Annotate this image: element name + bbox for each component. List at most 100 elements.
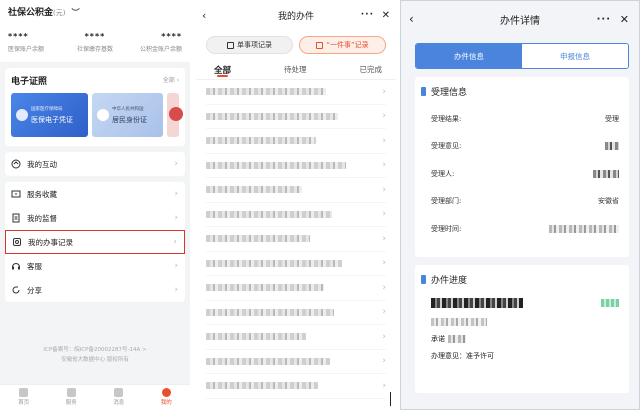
- list-item[interactable]: ›: [206, 178, 386, 203]
- e-certificates-title: 电子证照: [11, 77, 48, 87]
- case-list: › › › › › › › › › › › › ›: [196, 80, 396, 399]
- list-item[interactable]: ›: [206, 252, 386, 276]
- redacted-text: [605, 142, 619, 151]
- field-handler: 受理人:: [421, 160, 619, 188]
- section-marker-icon: [421, 274, 426, 284]
- chevron-right-icon: ›: [382, 258, 386, 269]
- more-icon[interactable]: ···: [361, 10, 374, 20]
- redacted-text: [206, 88, 326, 96]
- more-icon[interactable]: ···: [597, 14, 611, 25]
- single-record-button[interactable]: 单事项记录: [206, 36, 293, 54]
- list-item[interactable]: ›: [206, 80, 386, 105]
- stat-medical-balance[interactable]: **** 医保账户余额: [8, 32, 65, 53]
- interaction-icon: [11, 159, 21, 169]
- acceptance-section: 受理信息 受理结果: 受理 受理意见: 受理人: 受理部门: 安徽省 受理时间:: [415, 77, 629, 257]
- redacted-text: [206, 235, 310, 243]
- redacted-text: [206, 186, 302, 194]
- tab-home[interactable]: 首页: [0, 385, 48, 410]
- redacted-text: [206, 308, 334, 316]
- field-department: 受理部门: 安徽省: [431, 197, 619, 206]
- id-card[interactable]: 中华人民共和国 居民身份证: [92, 93, 164, 137]
- medical-logo-icon: [16, 109, 28, 121]
- list-item[interactable]: ›: [206, 276, 386, 301]
- nav-bar: ‹ 办件详情 ··· ✕: [401, 1, 639, 37]
- back-icon[interactable]: ‹: [202, 9, 206, 22]
- share-icon: [11, 285, 21, 295]
- grid-icon: [316, 41, 324, 49]
- list-item[interactable]: ›: [206, 154, 386, 178]
- list-item[interactable]: ›: [206, 350, 386, 374]
- case-detail-pane: ‹ 办件详情 ··· ✕ 办件信息 申报信息 受理信息 受理结果: 受理 受理意见…: [400, 0, 640, 410]
- list-item[interactable]: ›: [206, 374, 386, 399]
- redacted-text: [206, 357, 330, 365]
- icp-link[interactable]: ICP备案号：皖ICP备20002287号-14A >: [0, 345, 190, 355]
- chevron-right-icon: ›: [173, 237, 177, 247]
- menu-item-customer-service[interactable]: 客服 ›: [5, 254, 185, 278]
- progress-section: 办件进度 承诺 办理意见：准予许可: [415, 265, 629, 393]
- headset-icon: [11, 261, 21, 271]
- redacted-text: [206, 259, 342, 267]
- message-icon: [114, 388, 124, 397]
- list-item[interactable]: ›: [206, 227, 386, 252]
- menu-item-share[interactable]: 分享 ›: [5, 278, 185, 302]
- third-certificate-card[interactable]: [167, 93, 184, 137]
- section-marker-icon: [421, 86, 426, 96]
- list-item[interactable]: ›: [206, 325, 386, 350]
- redacted-text: [593, 169, 619, 178]
- chevron-right-icon: ›: [382, 86, 386, 97]
- menu-item-favorites[interactable]: 服务收藏 ›: [5, 182, 185, 206]
- field-result: 受理结果: 受理: [431, 114, 619, 123]
- progress-opinion: 办理意见：准予许可: [431, 351, 494, 360]
- close-icon[interactable]: ✕: [620, 13, 629, 26]
- my-cases-pane: ‹ 我的办件 ··· ✕ 单事项记录 “一件事”记录 全部 待处理 已完成 › …: [196, 0, 396, 410]
- tab-case-info[interactable]: 办件信息: [416, 44, 522, 68]
- section-header: 办件进度: [421, 265, 619, 293]
- tab-all[interactable]: 全部: [214, 64, 231, 79]
- chevron-right-icon: ›: [382, 282, 386, 293]
- redacted-text: [431, 317, 487, 326]
- chevron-right-icon: ›: [382, 160, 386, 171]
- tab-services[interactable]: 服务: [48, 385, 96, 410]
- tab-completed[interactable]: 已完成: [359, 64, 382, 79]
- tab-pending[interactable]: 待处理: [284, 64, 307, 79]
- one-thing-record-button[interactable]: “一件事”记录: [299, 36, 386, 54]
- profile-pane: 社保公积金(元) ︶ **** 医保账户余额 **** 社保缴存基数 **** …: [0, 0, 190, 410]
- redacted-text: [206, 210, 332, 218]
- fund-title: 社保公积金(元) ︶: [8, 8, 80, 18]
- tab-mine[interactable]: 我的: [143, 385, 191, 410]
- medical-insurance-card[interactable]: 国家医疗保障局 医保电子凭证: [11, 93, 89, 137]
- progress-commitment: 承诺: [421, 330, 619, 347]
- redacted-text: [549, 224, 619, 233]
- redacted-text: [206, 161, 346, 169]
- back-icon[interactable]: ‹: [409, 12, 414, 26]
- services-group: 服务收藏 › 我的监督 › 我的办事记录 › 客服 › 分享 ›: [5, 182, 185, 302]
- status-badge: [601, 299, 619, 307]
- chevron-right-icon: ›: [382, 380, 386, 391]
- chevron-right-icon: ›: [382, 331, 386, 342]
- menu-item-supervision[interactable]: 我的监督 ›: [5, 206, 185, 230]
- chevron-right-icon: ›: [382, 184, 386, 195]
- chevron-right-icon: ›: [174, 213, 178, 223]
- tab-messages[interactable]: 消息: [95, 385, 143, 410]
- nav-bar: ‹ 我的办件 ··· ✕: [196, 0, 396, 30]
- chevron-right-icon: ›: [382, 233, 386, 244]
- redacted-text: [206, 137, 316, 145]
- page-title: 我的办件: [277, 11, 314, 22]
- list-item[interactable]: ›: [206, 203, 386, 227]
- stat-fund-balance[interactable]: **** 公积金账户余额: [125, 32, 182, 53]
- field-opinion: 受理意见:: [421, 133, 619, 161]
- close-icon[interactable]: ✕: [382, 10, 390, 21]
- menu-item-records[interactable]: 我的办事记录 ›: [5, 230, 185, 254]
- tab-declaration-info[interactable]: 申报信息: [522, 44, 628, 68]
- stat-social-base[interactable]: **** 社保缴存基数: [66, 32, 123, 53]
- record-type-switch: 单事项记录 “一件事”记录: [196, 30, 396, 60]
- page-title: 办件详情: [500, 15, 540, 27]
- list-item[interactable]: ›: [206, 301, 386, 325]
- list-item[interactable]: ›: [206, 105, 386, 129]
- e-certificates-more-link[interactable]: 全部 ›: [163, 75, 179, 84]
- home-icon: [19, 388, 29, 397]
- list-item[interactable]: ›: [206, 129, 386, 154]
- chevron-right-icon: ›: [174, 159, 178, 169]
- eye-toggle-icon[interactable]: ︶: [72, 8, 80, 17]
- menu-item-interaction[interactable]: 我的互动 ›: [5, 152, 185, 176]
